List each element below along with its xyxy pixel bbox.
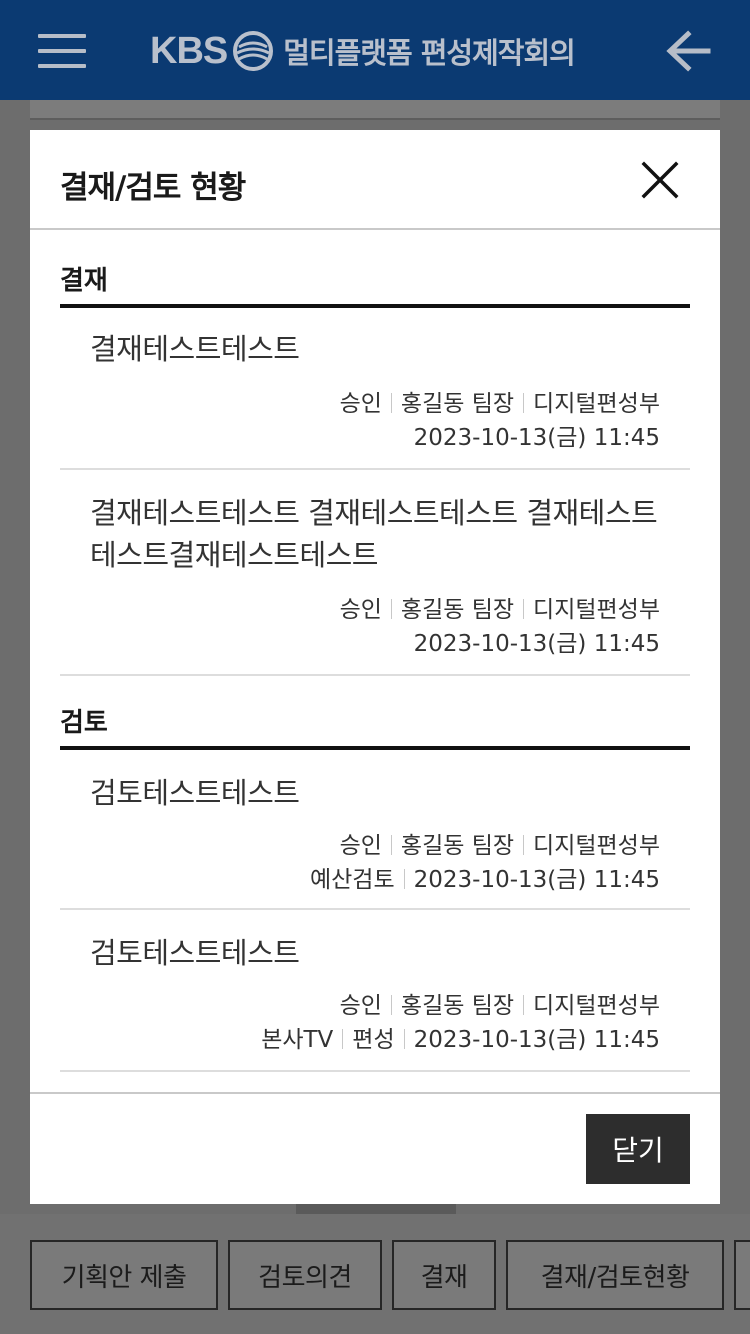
kbs-logo-icon [233,31,274,71]
datetime-text: 2023-10-13(금) 11:45 [413,867,660,893]
person-text: 홍길동 팀장 [400,833,515,859]
item-title: 결재테스트테스트 [90,332,300,366]
review-type-text: 편성 [352,1027,395,1053]
item-datetime: 2023-10-13(금) 11:45 [413,631,660,657]
item-meta: 승인 홍길동 팀장 디지털편성부 [340,590,660,624]
item-meta-2: 예산검토 2023-10-13(금) 11:45 [310,860,660,894]
item-meta-2: 본사TV 편성 2023-10-13(금) 11:45 [261,1020,660,1054]
approval-review-modal: 결재/검토 현황 결재 결재테스트테스트 승인 홍길동 팀장 디지털편성부 2023… [30,130,720,1204]
person-text: 홍길동 팀장 [400,391,515,417]
status-text: 승인 [339,833,382,859]
bottom-action-bar: 기획안 제출 검토의견 결재 결재/검토현황 [0,1214,750,1334]
person-text: 홍길동 팀장 [400,993,515,1019]
item-datetime: 2023-10-13(금) 11:45 [413,425,660,451]
review-type-text: 예산검토 [309,867,395,893]
dept-text: 디지털편성부 [533,993,660,1019]
modal-title: 결재/검토 현황 [60,170,246,206]
item-meta: 승인 홍길동 팀장 디지털편성부 [340,384,660,418]
status-text: 승인 [339,993,382,1019]
datetime-text: 2023-10-13(금) 11:45 [413,1027,660,1053]
list-item[interactable]: 결재테스트테스트 승인 홍길동 팀장 디지털편성부 2023-10-13(금) 11… [60,308,690,470]
list-item[interactable]: 검토테스트테스트 승인 홍길동 팀장 디지털편성부 본사TV 편성 2023-10-13… [60,912,690,1072]
approval-button[interactable]: 결재 [392,1240,496,1310]
app-header: KBS 멀티플랫폼 편성제작회의 [0,0,750,100]
more-tab-button[interactable] [734,1240,750,1310]
list-item[interactable]: 결재테스트테스트 결재테스트테스트 결재테스트테스트결재테스트테스트 승인 홍길동… [60,472,690,676]
item-meta: 승인 홍길동 팀장 디지털편성부 [340,826,660,860]
back-arrow-icon[interactable] [664,28,712,74]
close-button[interactable]: 닫기 [586,1114,690,1184]
close-icon[interactable] [640,160,680,200]
modal-body[interactable]: 결재 결재테스트테스트 승인 홍길동 팀장 디지털편성부 2023-10-13(금)… [30,232,720,1092]
channel-text: 본사TV [261,1027,334,1053]
dept-text: 디지털편성부 [533,597,660,623]
scroll-indicator[interactable] [296,1204,456,1214]
item-title: 결재테스트테스트 결재테스트테스트 결재테스트테스트결재테스트테스트 [90,496,658,572]
app-title: 멀티플랫폼 편성제작회의 [283,36,576,70]
modal-footer: 닫기 [30,1092,720,1204]
item-title: 검토테스트테스트 [90,776,300,810]
item-meta: 승인 홍길동 팀장 디지털편성부 [340,986,660,1020]
background-content [30,100,720,120]
status-text: 승인 [339,597,382,623]
hamburger-menu-icon[interactable] [38,34,86,68]
brand-name: KBS [150,29,228,72]
section-title-approval: 결재 [60,266,108,296]
list-item[interactable]: 검토테스트테스트 승인 홍길동 팀장 디지털편성부 예산검토 2023-10-13(금… [60,750,690,910]
review-opinion-button[interactable]: 검토의견 [228,1240,382,1310]
section-title-review: 검토 [60,708,108,738]
item-title: 검토테스트테스트 [90,936,300,970]
status-text: 승인 [339,391,382,417]
dept-text: 디지털편성부 [533,833,660,859]
modal-header: 결재/검토 현황 [30,130,720,230]
person-text: 홍길동 팀장 [400,597,515,623]
dept-text: 디지털편성부 [533,391,660,417]
approval-review-status-button[interactable]: 결재/검토현황 [506,1240,724,1310]
submit-proposal-button[interactable]: 기획안 제출 [30,1240,218,1310]
brand-logo: KBS 멀티플랫폼 편성제작회의 [150,28,576,74]
